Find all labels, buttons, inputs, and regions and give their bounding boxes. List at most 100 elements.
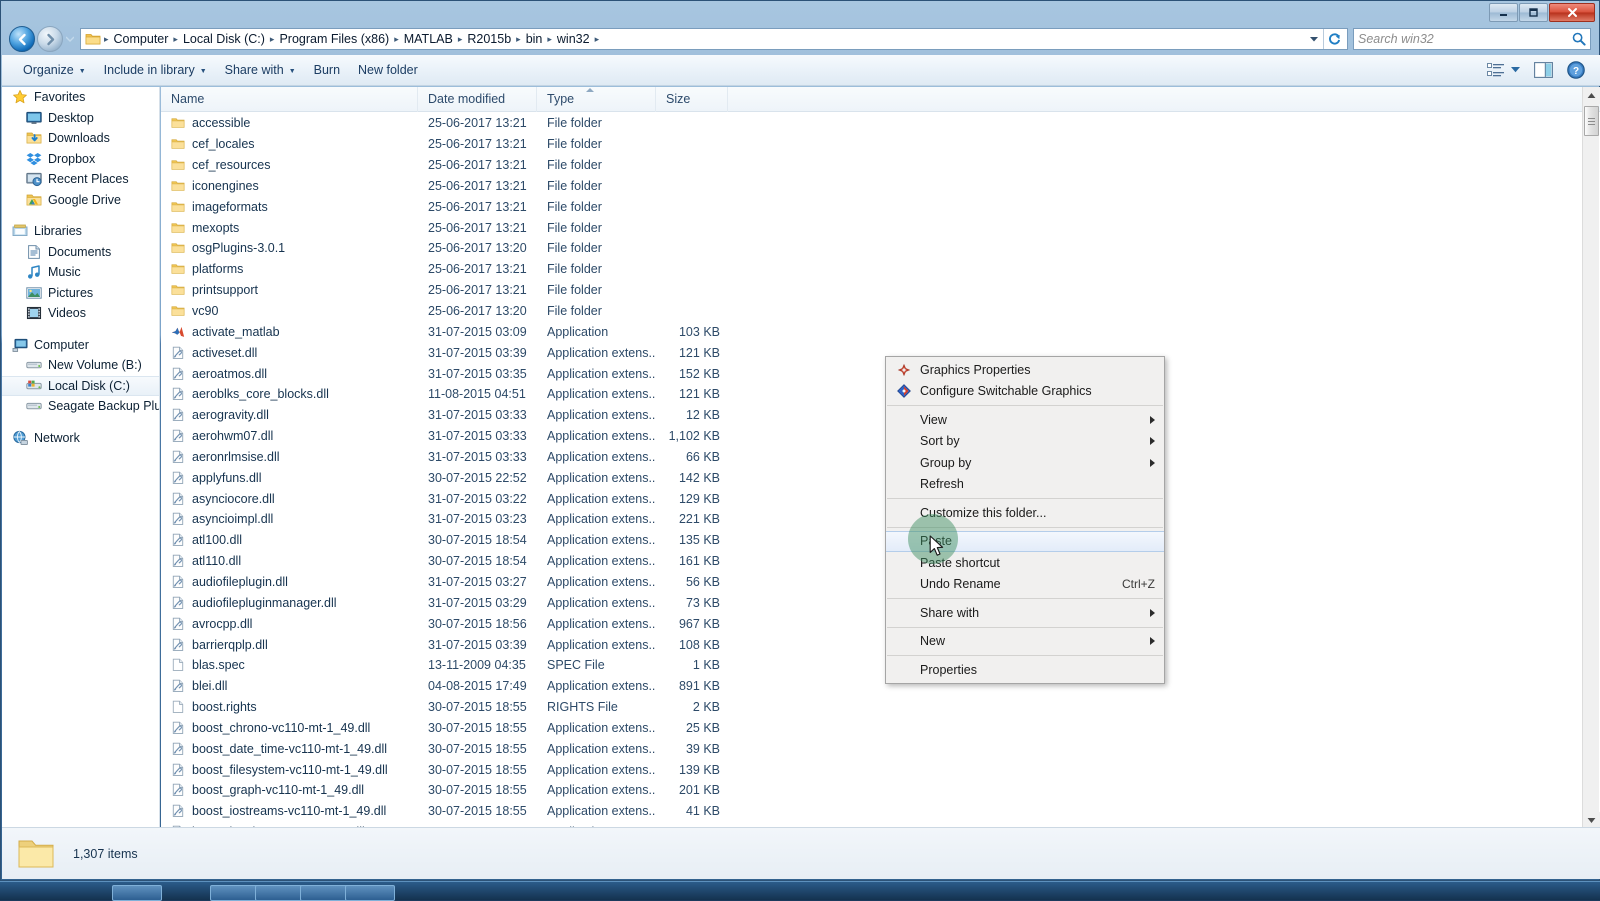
taskbar-item[interactable] bbox=[112, 885, 162, 901]
sidebar-item-dropbox[interactable]: Dropbox bbox=[2, 149, 159, 170]
file-list-scrollbar[interactable] bbox=[1582, 87, 1599, 829]
recent-pages-dropdown[interactable] bbox=[63, 26, 77, 52]
address-history-dropdown[interactable] bbox=[1305, 35, 1323, 44]
forward-button[interactable] bbox=[37, 26, 63, 52]
table-row[interactable]: asynciocore.dll31-07-2015 03:22Applicati… bbox=[161, 488, 1600, 509]
address-bar[interactable]: ▸Computer▸Local Disk (C:)▸Program Files … bbox=[80, 28, 1348, 50]
menu-item-configure-switchable-graphics[interactable]: Configure Switchable Graphics bbox=[886, 381, 1164, 403]
table-row[interactable]: imageformats25-06-2017 13:21File folder bbox=[161, 196, 1600, 217]
sidebar-item-new-volume-b[interactable]: New Volume (B:) bbox=[2, 355, 159, 376]
nav-group-network[interactable]: Network bbox=[2, 428, 159, 449]
include-in-library-button[interactable]: Include in library▼ bbox=[95, 59, 216, 81]
nav-group-libraries[interactable]: Libraries bbox=[2, 221, 159, 242]
maximize-button[interactable] bbox=[1519, 3, 1548, 22]
taskbar-item[interactable] bbox=[345, 885, 395, 901]
table-row[interactable]: boost_graph-vc110-mt-1_49.dll30-07-2015 … bbox=[161, 780, 1600, 801]
burn-button[interactable]: Burn bbox=[305, 59, 349, 81]
help-button[interactable]: ? bbox=[1562, 58, 1590, 82]
back-button[interactable] bbox=[9, 26, 35, 52]
breadcrumb-item-computer[interactable]: Computer bbox=[110, 31, 173, 47]
sidebar-item-documents[interactable]: Documents bbox=[2, 242, 159, 263]
menu-item-undo-rename[interactable]: Undo RenameCtrl+Z bbox=[886, 574, 1164, 596]
breadcrumb-separator[interactable]: ▸ bbox=[594, 34, 601, 45]
table-row[interactable]: aeronrlmsise.dll31-07-2015 03:33Applicat… bbox=[161, 447, 1600, 468]
table-row[interactable]: applyfuns.dll30-07-2015 22:52Application… bbox=[161, 467, 1600, 488]
table-row[interactable]: boost_filesystem-vc110-mt-1_49.dll30-07-… bbox=[161, 759, 1600, 780]
nav-group-computer[interactable]: Computer bbox=[2, 335, 159, 356]
column-header-date-modified[interactable]: Date modified bbox=[418, 87, 537, 112]
breadcrumb-item-r2015b[interactable]: R2015b bbox=[463, 31, 515, 47]
table-row[interactable]: atl100.dll30-07-2015 18:54Application ex… bbox=[161, 530, 1600, 551]
table-row[interactable]: atl110.dll30-07-2015 18:54Application ex… bbox=[161, 551, 1600, 572]
nav-group-favorites[interactable]: Favorites bbox=[2, 87, 159, 108]
sidebar-item-seagate-backup-plus[interactable]: Seagate Backup Plus bbox=[2, 396, 159, 417]
table-row[interactable]: activeset.dll31-07-2015 03:39Application… bbox=[161, 342, 1600, 363]
table-row[interactable]: osgPlugins-3.0.125-06-2017 13:20File fol… bbox=[161, 238, 1600, 259]
table-row[interactable]: audiofileplugin.dll31-07-2015 03:27Appli… bbox=[161, 572, 1600, 593]
sidebar-item-pictures[interactable]: Pictures bbox=[2, 283, 159, 304]
minimize-button[interactable] bbox=[1489, 3, 1518, 22]
table-row[interactable]: boost_chrono-vc110-mt-1_49.dll30-07-2015… bbox=[161, 717, 1600, 738]
breadcrumb-item-win32[interactable]: win32 bbox=[553, 31, 594, 47]
show-preview-pane-button[interactable] bbox=[1529, 59, 1558, 81]
table-row[interactable]: cef_locales25-06-2017 13:21File folder bbox=[161, 134, 1600, 155]
table-row[interactable]: platforms25-06-2017 13:21File folder bbox=[161, 259, 1600, 280]
search-box[interactable] bbox=[1353, 28, 1591, 50]
table-row[interactable]: blei.dll04-08-2015 17:49Application exte… bbox=[161, 676, 1600, 697]
sidebar-item-downloads[interactable]: Downloads bbox=[2, 128, 159, 149]
organize-button[interactable]: Organize▼ bbox=[14, 59, 95, 81]
table-row[interactable]: boost_date_time-vc110-mt-1_49.dll30-07-2… bbox=[161, 738, 1600, 759]
scroll-up-button[interactable] bbox=[1583, 87, 1600, 104]
table-row[interactable]: cef_resources25-06-2017 13:21File folder bbox=[161, 155, 1600, 176]
menu-item-share-with[interactable]: Share with bbox=[886, 602, 1164, 624]
table-row[interactable]: aerohwm07.dll31-07-2015 03:33Application… bbox=[161, 426, 1600, 447]
menu-item-group-by[interactable]: Group by bbox=[886, 452, 1164, 474]
table-row[interactable]: aerogravity.dll31-07-2015 03:33Applicati… bbox=[161, 405, 1600, 426]
table-row[interactable]: barrierqplp.dll31-07-2015 03:39Applicati… bbox=[161, 634, 1600, 655]
breadcrumb-item-matlab[interactable]: MATLAB bbox=[400, 31, 457, 47]
sidebar-item-recent-places[interactable]: Recent Places bbox=[2, 169, 159, 190]
scrollbar-thumb[interactable] bbox=[1584, 106, 1599, 136]
column-header-type[interactable]: Type bbox=[537, 87, 656, 112]
table-row[interactable]: vc9025-06-2017 13:20File folder bbox=[161, 301, 1600, 322]
table-row[interactable]: accessible25-06-2017 13:21File folder bbox=[161, 113, 1600, 134]
table-row[interactable]: audiofilepluginmanager.dll31-07-2015 03:… bbox=[161, 592, 1600, 613]
column-header-size[interactable]: Size bbox=[656, 87, 728, 112]
search-input[interactable] bbox=[1358, 32, 1572, 46]
share-with-button[interactable]: Share with▼ bbox=[216, 59, 305, 81]
sidebar-item-desktop[interactable]: Desktop bbox=[2, 108, 159, 129]
table-row[interactable]: aeroblks_core_blocks.dll11-08-2015 04:51… bbox=[161, 384, 1600, 405]
sidebar-item-local-disk-c[interactable]: Local Disk (C:) bbox=[2, 376, 159, 397]
table-row[interactable]: boost.rights30-07-2015 18:55RIGHTS File2… bbox=[161, 697, 1600, 718]
menu-item-sort-by[interactable]: Sort by bbox=[886, 431, 1164, 453]
sidebar-item-google-drive[interactable]: Google Drive bbox=[2, 190, 159, 211]
table-row[interactable]: blas.spec13-11-2009 04:35SPEC File1 KB bbox=[161, 655, 1600, 676]
menu-item-new[interactable]: New bbox=[886, 631, 1164, 653]
refresh-button[interactable] bbox=[1323, 29, 1345, 49]
table-row[interactable]: printsupport25-06-2017 13:21File folder bbox=[161, 280, 1600, 301]
file-list-view[interactable]: Name Date modified Type Size accessible2… bbox=[161, 87, 1600, 829]
table-row[interactable]: mexopts25-06-2017 13:21File folder bbox=[161, 217, 1600, 238]
table-row[interactable]: activate_matlab31-07-2015 03:09Applicati… bbox=[161, 321, 1600, 342]
breadcrumb-item-bin[interactable]: bin bbox=[522, 31, 547, 47]
breadcrumb-item-program-files-x86[interactable]: Program Files (x86) bbox=[275, 31, 393, 47]
menu-item-graphics-properties[interactable]: Graphics Properties bbox=[886, 359, 1164, 381]
taskbar-item[interactable] bbox=[300, 885, 350, 901]
menu-item-view[interactable]: View bbox=[886, 409, 1164, 431]
sidebar-item-videos[interactable]: Videos bbox=[2, 303, 159, 324]
navigation-pane[interactable]: FavoritesDesktopDownloadsDropboxRecent P… bbox=[2, 87, 160, 829]
close-button[interactable] bbox=[1549, 3, 1595, 22]
table-row[interactable]: asyncioimpl.dll31-07-2015 03:23Applicati… bbox=[161, 509, 1600, 530]
table-row[interactable]: avrocpp.dll30-07-2015 18:56Application e… bbox=[161, 613, 1600, 634]
table-row[interactable]: iconengines25-06-2017 13:21File folder bbox=[161, 176, 1600, 197]
table-row[interactable]: boost_iostreams-vc110-mt-1_49.dll30-07-2… bbox=[161, 801, 1600, 822]
column-header-name[interactable]: Name bbox=[161, 87, 418, 112]
menu-item-refresh[interactable]: Refresh bbox=[886, 474, 1164, 496]
taskbar-item[interactable] bbox=[255, 885, 305, 901]
taskbar[interactable] bbox=[0, 881, 1600, 900]
table-row[interactable]: aeroatmos.dll31-07-2015 03:35Application… bbox=[161, 363, 1600, 384]
new-folder-button[interactable]: New folder bbox=[349, 59, 427, 81]
menu-item-properties[interactable]: Properties bbox=[886, 659, 1164, 681]
breadcrumb-item-local-disk-c[interactable]: Local Disk (C:) bbox=[179, 31, 269, 47]
sidebar-item-music[interactable]: Music bbox=[2, 262, 159, 283]
